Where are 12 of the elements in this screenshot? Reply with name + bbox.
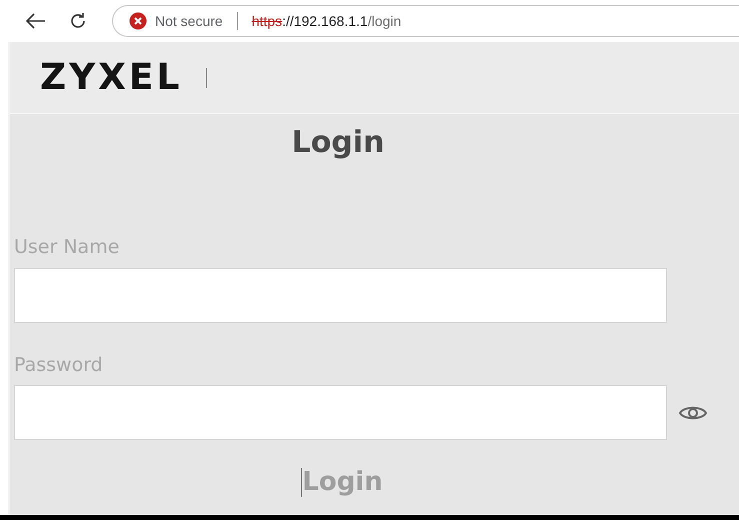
address-bar[interactable]: Not secure https://192.168.1.1/login [112,5,739,37]
field-label: User Name [14,235,120,260]
back-arrow-icon [26,13,46,29]
field-label: Password [14,352,104,378]
warning-icon [129,12,147,30]
logo: ZYXEL [40,56,182,100]
password-field[interactable] [14,385,667,440]
security-label: Not secure [155,12,223,30]
url-text: https://192.168.1.1/login [252,12,402,31]
reload-icon [69,12,87,30]
login-title: Login [290,124,386,162]
username-field[interactable] [14,268,667,322]
